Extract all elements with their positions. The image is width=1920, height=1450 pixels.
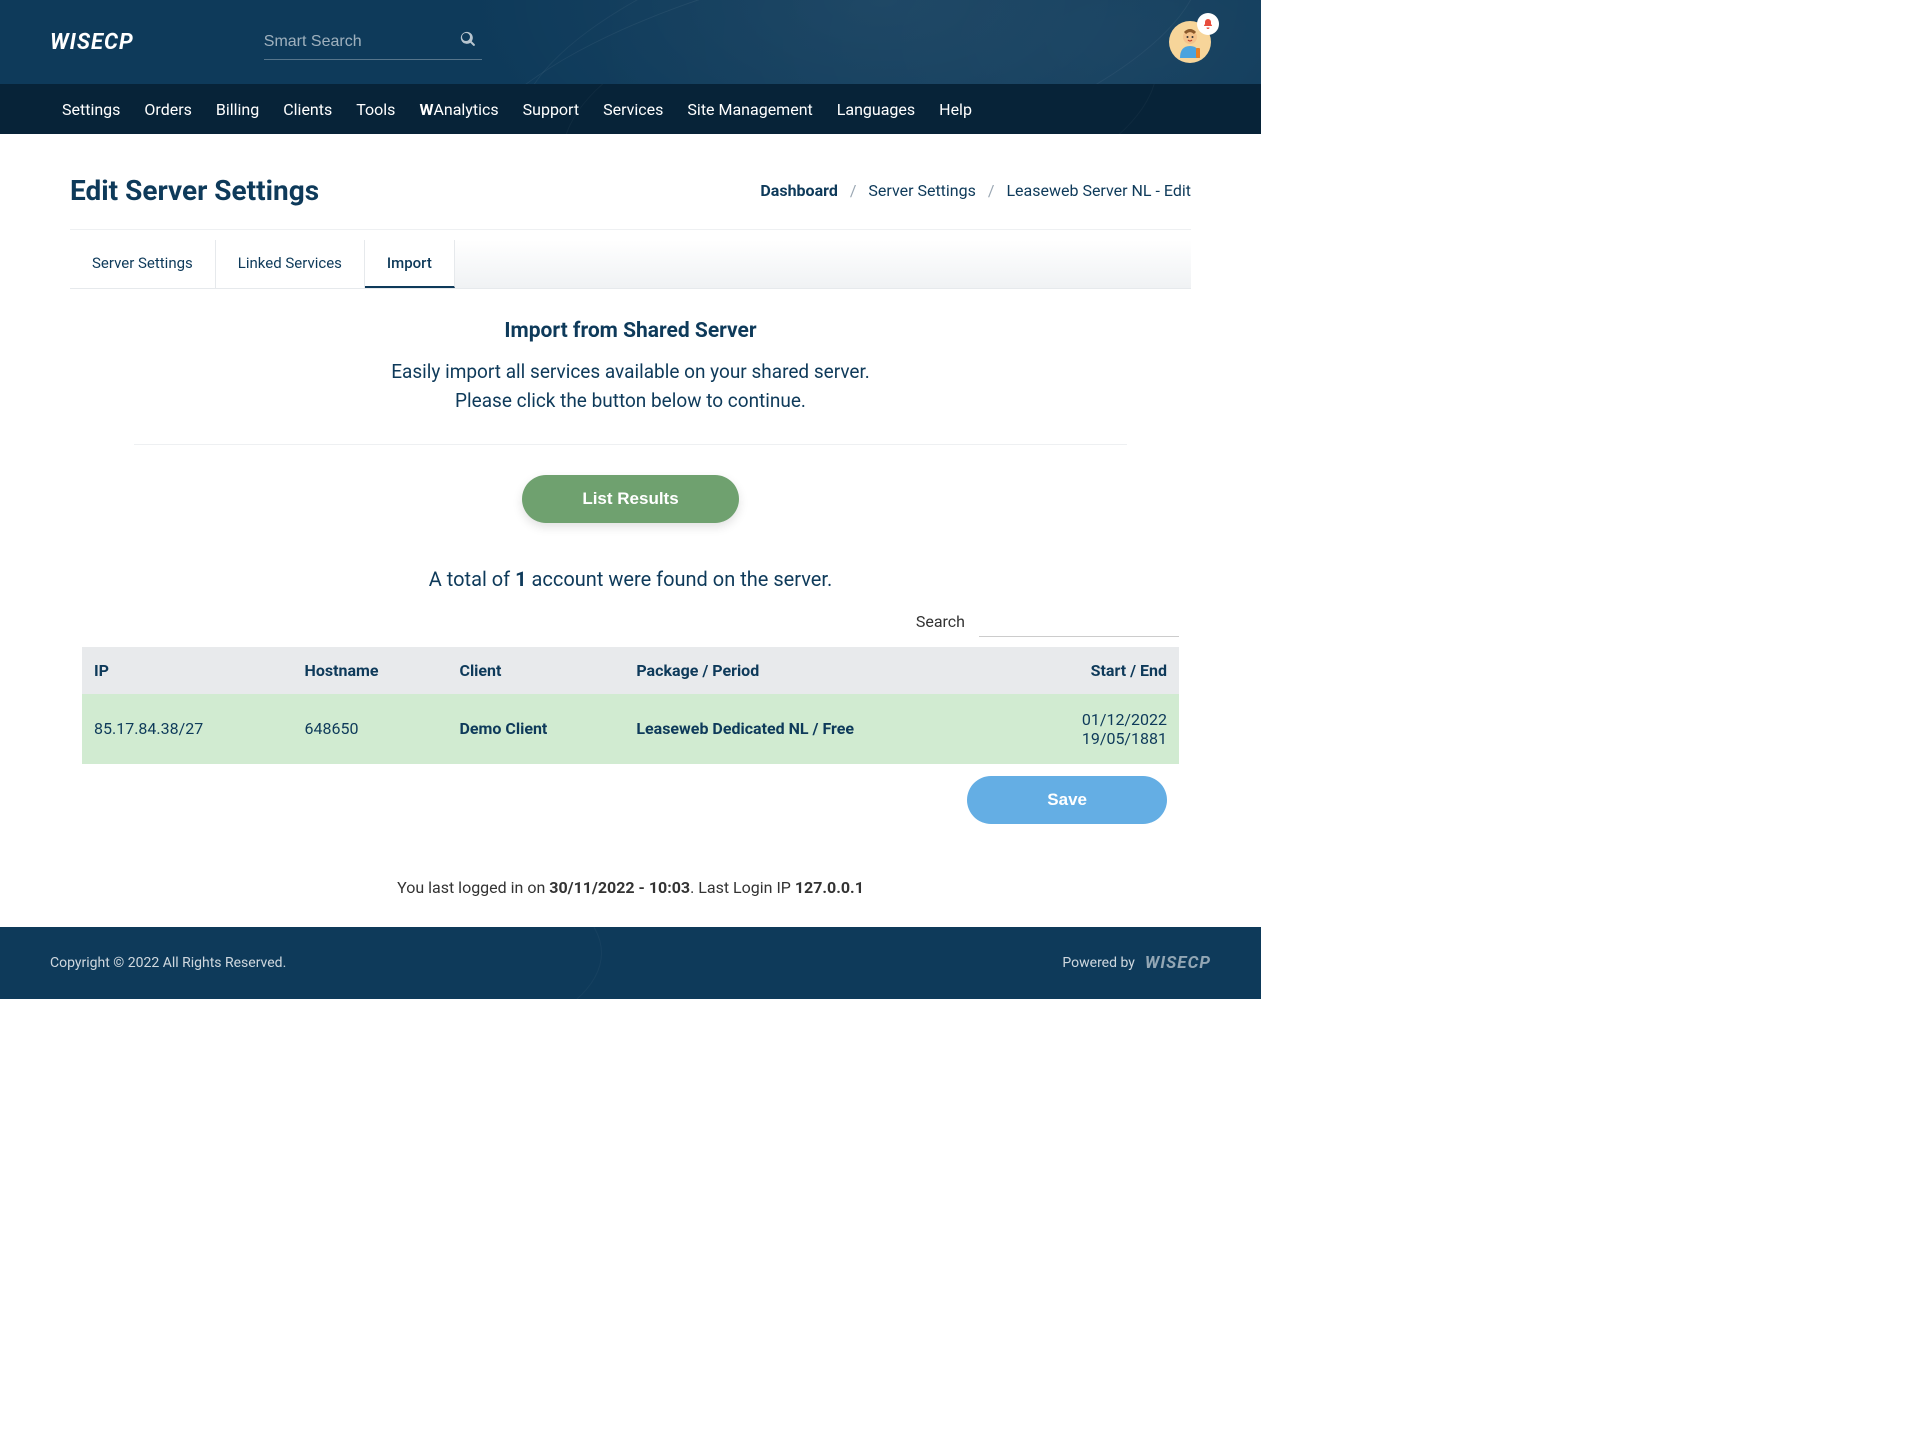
notification-badge[interactable]: [1197, 13, 1219, 35]
last-login-ip: 127.0.0.1: [795, 878, 864, 897]
cell-end: 19/05/1881: [1082, 729, 1167, 748]
summary-count: 1: [515, 567, 526, 591]
footer-brand-logo: WISECP: [1145, 953, 1211, 973]
nav-languages[interactable]: Languages: [825, 87, 927, 132]
th-package[interactable]: Package / Period: [624, 647, 1006, 694]
breadcrumb-server-settings[interactable]: Server Settings: [868, 181, 976, 200]
import-title: Import from Shared Server: [134, 319, 1127, 343]
cell-hostname: 648650: [293, 694, 448, 764]
tab-server-settings[interactable]: Server Settings: [70, 240, 216, 288]
footer-powered: Powered by WISECP: [1062, 953, 1211, 973]
table-search-label: Search: [916, 612, 965, 631]
breadcrumb: Dashboard / Server Settings / Leaseweb S…: [760, 181, 1191, 200]
list-results-button[interactable]: List Results: [522, 475, 738, 523]
nav-orders[interactable]: Orders: [132, 87, 203, 132]
results-summary: A total of 1 account were found on the s…: [134, 567, 1127, 591]
tab-import[interactable]: Import: [365, 240, 455, 288]
search-wrap: [264, 25, 482, 60]
nav-site-management[interactable]: Site Management: [675, 87, 824, 132]
table-search-input[interactable]: [979, 607, 1179, 637]
breadcrumb-dashboard[interactable]: Dashboard: [760, 181, 837, 200]
breadcrumb-current: Leaseweb Server NL - Edit: [1006, 181, 1191, 200]
summary-prefix: A total of: [429, 567, 515, 591]
user-avatar-wrap[interactable]: [1169, 21, 1211, 63]
results-table: IP Hostname Client Package / Period Star…: [82, 647, 1179, 764]
page-header: Edit Server Settings Dashboard / Server …: [70, 174, 1191, 230]
import-desc-line1: Easily import all services available on …: [391, 360, 870, 383]
table-row[interactable]: 85.17.84.38/27 648650 Demo Client Leasew…: [82, 694, 1179, 764]
page-content: Edit Server Settings Dashboard / Server …: [0, 134, 1261, 897]
nav-services[interactable]: Services: [591, 87, 675, 132]
th-start-end[interactable]: Start / End: [1006, 647, 1179, 694]
nav-help[interactable]: Help: [927, 87, 984, 132]
breadcrumb-sep: /: [988, 181, 995, 200]
cell-client: Demo Client: [447, 694, 624, 764]
import-section: Import from Shared Server Easily import …: [70, 289, 1191, 591]
footer-powered-label: Powered by: [1062, 955, 1135, 971]
main-nav: Settings Orders Billing Clients Tools WA…: [0, 84, 1261, 134]
cell-start-end: 01/12/2022 19/05/1881: [1006, 694, 1179, 764]
import-desc-line2: Please click the button below to continu…: [455, 389, 806, 412]
search-input[interactable]: [264, 25, 482, 60]
last-login-info: You last logged in on 30/11/2022 - 10:03…: [70, 878, 1191, 897]
cell-ip: 85.17.84.38/27: [82, 694, 293, 764]
tab-linked-services[interactable]: Linked Services: [216, 240, 365, 288]
save-button[interactable]: Save: [967, 776, 1167, 824]
last-login-prefix: You last logged in on: [397, 878, 549, 897]
results-table-wrap: Search IP Hostname Client Package / Peri…: [82, 607, 1179, 824]
brand-logo: WISECP: [50, 30, 134, 55]
nav-tools[interactable]: Tools: [344, 87, 407, 132]
save-row: Save: [94, 776, 1167, 824]
footer-copyright: Copyright © 2022 All Rights Reserved.: [50, 955, 286, 971]
nav-support[interactable]: Support: [511, 87, 591, 132]
th-client[interactable]: Client: [447, 647, 624, 694]
table-header-row: IP Hostname Client Package / Period Star…: [82, 647, 1179, 694]
nav-settings[interactable]: Settings: [50, 87, 132, 132]
summary-suffix: account were found on the server.: [527, 567, 833, 591]
nav-clients[interactable]: Clients: [271, 87, 344, 132]
last-login-mid: . Last Login IP: [690, 878, 795, 897]
cell-start: 01/12/2022: [1082, 710, 1167, 729]
search-icon[interactable]: [460, 31, 476, 51]
top-bar: WISECP: [0, 0, 1261, 84]
last-login-datetime: 30/11/2022 - 10:03: [549, 878, 690, 897]
th-hostname[interactable]: Hostname: [293, 647, 448, 694]
table-search-row: Search: [82, 607, 1179, 637]
cell-package: Leaseweb Dedicated NL / Free: [624, 694, 1006, 764]
nav-wanalytics[interactable]: WAnalytics: [407, 87, 510, 132]
breadcrumb-sep: /: [850, 181, 857, 200]
page-title: Edit Server Settings: [70, 174, 319, 207]
footer: Copyright © 2022 All Rights Reserved. Po…: [0, 927, 1261, 999]
divider: [134, 444, 1127, 445]
nav-billing[interactable]: Billing: [204, 87, 271, 132]
tab-row: Server Settings Linked Services Import: [70, 240, 1191, 289]
th-ip[interactable]: IP: [82, 647, 293, 694]
